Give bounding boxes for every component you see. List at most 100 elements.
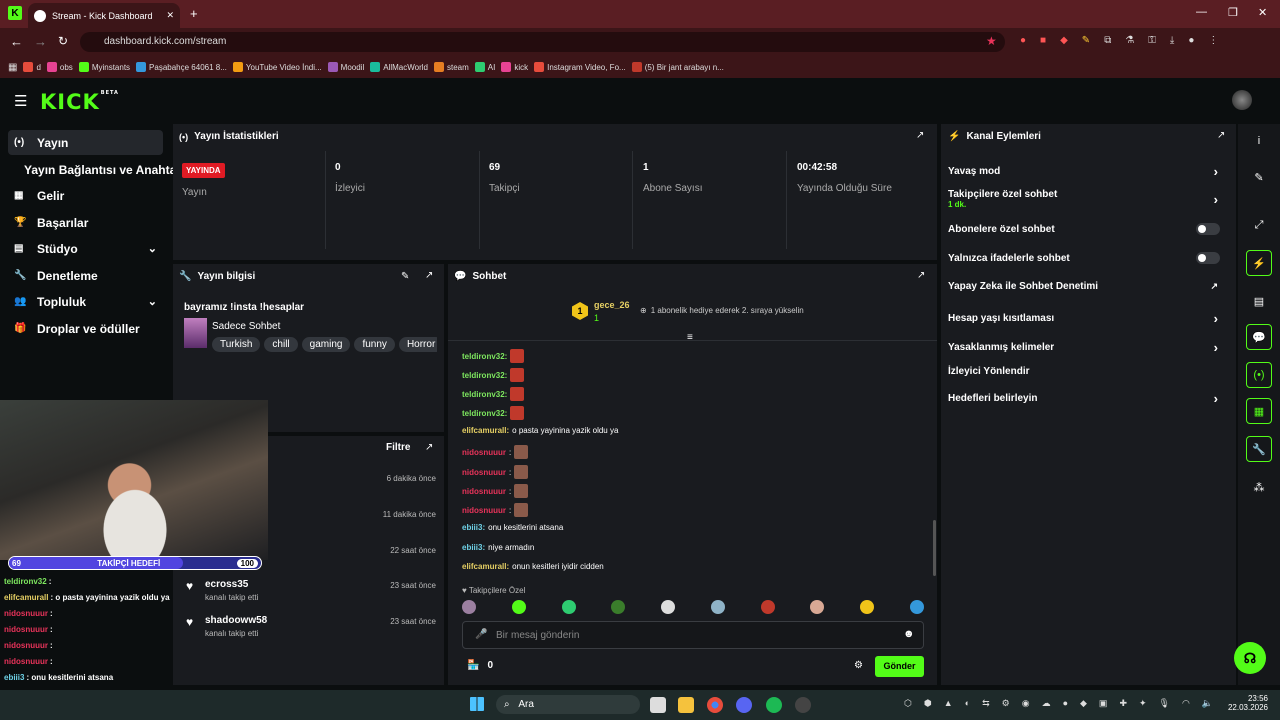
volume-icon[interactable]: 🔈 <box>1202 698 1213 709</box>
user-avatar[interactable] <box>1232 90 1252 110</box>
sidebar-item-1[interactable]: (•) Yayın <box>8 130 163 155</box>
extension-icon[interactable]: ⚗ <box>1125 35 1134 46</box>
chat-settings-icon[interactable]: ⚙ <box>854 660 863 671</box>
tag-chip[interactable]: chill <box>264 337 298 352</box>
extension-icon[interactable]: ✎ <box>1082 35 1090 46</box>
bookmark-item[interactable]: AI <box>474 62 495 72</box>
expand-icon[interactable]: ↗ <box>917 270 925 281</box>
bookmark-item[interactable]: Moodil <box>327 62 364 72</box>
spotify-icon[interactable] <box>766 697 782 713</box>
kick-logo[interactable]: KICKBETA <box>40 90 119 114</box>
extension-icon[interactable]: ● <box>1020 35 1026 46</box>
tray-icon[interactable]: ✚ <box>1119 698 1127 709</box>
chrome-icon[interactable] <box>707 697 723 713</box>
channel-action-item[interactable]: Yavaş mod › <box>948 164 1228 179</box>
tray-icon[interactable]: ● <box>1063 698 1068 709</box>
menu-dots-icon[interactable]: ⋮ <box>1208 35 1218 46</box>
apps-grid-icon[interactable]: ▦ <box>8 62 17 73</box>
channel-action-item[interactable]: Hedefleri belirleyin › <box>948 391 1228 406</box>
activity-user[interactable]: shadooww58 <box>205 615 267 626</box>
edit-pencil-icon[interactable]: ✎ <box>401 271 409 282</box>
chevron-down-icon[interactable]: ⌄ <box>148 295 157 308</box>
kick-favicon[interactable]: K <box>8 6 22 20</box>
bookmark-star-icon[interactable]: ★ <box>986 34 997 48</box>
clock[interactable]: 23:56 22.03.2026 <box>1226 694 1268 712</box>
tray-icon[interactable]: ☁ <box>1042 698 1051 709</box>
edit-icon[interactable]: ✎ <box>1246 164 1272 190</box>
mic-icon[interactable]: 🎤 <box>475 629 487 640</box>
emote-button[interactable] <box>561 600 576 614</box>
chat-username[interactable]: teldironv32: <box>462 352 507 361</box>
toggle-switch[interactable] <box>1196 252 1220 264</box>
chat-username[interactable]: elifcamurall: <box>462 426 509 435</box>
forward-icon[interactable]: → <box>34 34 47 49</box>
puzzle-icon[interactable]: ⧉ <box>1104 35 1111 46</box>
layout-icon[interactable]: ▦ <box>1246 398 1272 424</box>
tray-icon[interactable]: ◉ <box>1022 698 1030 709</box>
tag-chip[interactable]: funny <box>354 337 395 352</box>
start-icon[interactable] <box>470 697 484 711</box>
sidebar-item-3[interactable]: ▦ Gelir <box>8 183 163 208</box>
emote-button[interactable] <box>810 600 825 614</box>
fullscreen-icon[interactable]: ⤢ <box>1246 212 1272 238</box>
chat-username[interactable]: ebiii3: <box>462 523 485 532</box>
channel-action-item[interactable]: Hesap yaşı kısıtlaması › <box>948 311 1228 326</box>
tray-icon[interactable]: ⇆ <box>982 698 990 709</box>
emote-button[interactable] <box>511 600 526 614</box>
bookmark-item[interactable]: d <box>23 62 41 72</box>
tray-icon[interactable]: ◆ <box>1080 698 1087 709</box>
file-explorer-icon[interactable] <box>678 697 694 713</box>
obs-icon[interactable] <box>795 697 811 713</box>
channel-action-item[interactable]: Yasaklanmış kelimeler › <box>948 340 1228 355</box>
chat-username[interactable]: nidosnuuur <box>462 468 506 477</box>
bookmark-item[interactable]: Myinstants <box>78 62 130 72</box>
chat-username[interactable]: nidosnuuur <box>462 487 506 496</box>
tray-icon[interactable]: ⬢ <box>924 698 932 709</box>
wifi-icon[interactable]: ◠ <box>1182 698 1190 709</box>
chat-username[interactable]: elifcamurall: <box>462 562 509 571</box>
tag-chip[interactable]: Turkish <box>212 337 261 352</box>
emote-button[interactable] <box>760 600 775 614</box>
chat-input[interactable]: 🎤 Bir mesaj gönderin ☻ <box>462 621 924 649</box>
bookmark-item[interactable]: steam <box>433 62 469 72</box>
bookmark-item[interactable]: YouTube Video İndi... <box>232 62 322 72</box>
tab-close-icon[interactable]: ✕ <box>166 10 174 21</box>
emoji-icon[interactable]: ☻ <box>903 628 915 640</box>
category-thumbnail[interactable] <box>184 318 207 348</box>
maximize-icon[interactable]: ❐ <box>1228 6 1238 19</box>
collapse-icon[interactable]: ≡ <box>687 332 693 343</box>
sidebar-item-8[interactable]: 🎁 Droplar ve ödüller <box>8 316 163 341</box>
toggle-switch[interactable] <box>1196 223 1220 235</box>
emote-button[interactable] <box>462 600 476 614</box>
url-field[interactable]: dashboard.kick.com/stream <box>80 32 1005 52</box>
tray-icon[interactable]: ✦ <box>1139 698 1147 709</box>
taskbar-search[interactable]: ⌕ Ara <box>496 695 640 714</box>
discord-icon[interactable] <box>736 697 752 713</box>
expand-icon[interactable]: ↗ <box>916 130 924 141</box>
task-view-icon[interactable] <box>650 697 666 713</box>
bookmark-item[interactable]: kick <box>501 62 528 72</box>
mic-tray-icon[interactable]: 🎙 <box>1159 698 1170 709</box>
close-window-icon[interactable]: ✕ <box>1258 6 1267 19</box>
adblock-icon[interactable]: ■ <box>1040 35 1046 46</box>
wrench-icon[interactable]: 🔧 <box>1246 436 1272 462</box>
tray-icon[interactable]: ▣ <box>1099 698 1108 709</box>
tray-icon[interactable]: ▲ <box>944 698 953 709</box>
bookmark-item[interactable]: (5) Bir jant arabayı n... <box>631 62 724 72</box>
hamburger-menu-icon[interactable]: ☰ <box>14 92 27 110</box>
channel-action-item[interactable]: Yalnızca ifadelerle sohbet <box>948 252 1228 264</box>
bookmark-item[interactable]: Instagram Video, Fo... <box>534 62 626 72</box>
filter-button[interactable]: Filtre <box>386 442 410 453</box>
new-tab-icon[interactable]: + <box>190 6 198 21</box>
sidebar-item-5[interactable]: ▤ Stüdyo ⌄ <box>8 236 163 261</box>
sidebar-item-2[interactable]: Yayın Bağlantısı ve Anahtarı <box>8 157 184 182</box>
channel-action-item[interactable]: Abonelere özel sohbet <box>948 223 1228 235</box>
chat-username[interactable]: teldironv32: <box>462 371 507 380</box>
tray-icon[interactable]: ⚙ <box>1002 698 1010 709</box>
bookmark-item[interactable]: AllMacWorld <box>370 62 428 72</box>
broadcast-icon[interactable]: (•) <box>1246 362 1272 388</box>
help-headset-icon[interactable]: ☊ <box>1234 642 1266 674</box>
expand-icon[interactable]: ↗ <box>425 442 433 453</box>
sidebar-item-4[interactable]: 🏆 Başarılar <box>8 210 163 235</box>
chat-scrollbar[interactable] <box>933 520 936 576</box>
